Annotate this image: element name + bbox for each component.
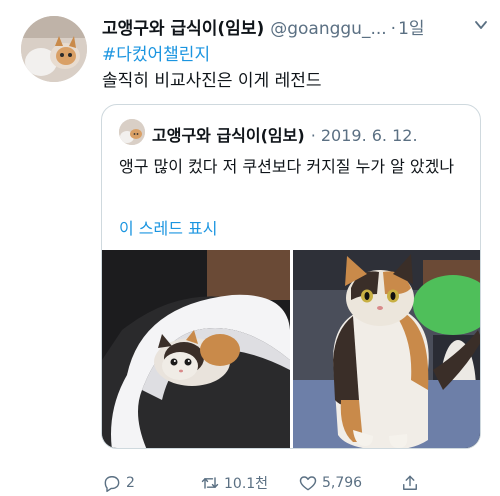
reply-icon <box>104 476 120 493</box>
quoted-author-name[interactable]: 고앵구와 급식이(임보) <box>152 126 305 145</box>
quoted-author-avatar[interactable] <box>119 119 145 145</box>
tweet-text: 솔직히 비교사진은 이게 레전드 <box>102 71 322 91</box>
share-icon <box>403 475 417 490</box>
like-count: 5,796 <box>322 475 363 491</box>
reply-count: 2 <box>126 475 135 491</box>
author-name[interactable]: 고앵구와 급식이(임보) <box>102 19 264 39</box>
reply-button[interactable]: 2 <box>102 472 135 494</box>
tweet-header: 고앵구와 급식이(임보) @goanggu_... · 1일 <box>102 14 488 39</box>
quoted-tweet-header: 고앵구와 급식이(임보) · 2019. 6. 12. <box>152 122 418 146</box>
like-button[interactable]: 5,796 <box>298 472 362 494</box>
quoted-tweet-text: 앵구 많이 컸다 저 쿠션보다 커지질 누가 알 았겠나 <box>119 157 455 176</box>
quoted-tweet-card[interactable]: 고앵구와 급식이(임보) · 2019. 6. 12. 앵구 많이 컸다 저 쿠션… <box>101 104 481 449</box>
tweet-actions: 2 10.1천 5,796 <box>102 472 492 494</box>
author-avatar[interactable] <box>21 16 87 82</box>
retweet-icon <box>201 477 219 489</box>
share-button[interactable] <box>400 472 420 494</box>
grown-cat-photo[interactable] <box>293 250 480 448</box>
author-handle[interactable]: @goanggu_... <box>270 19 386 39</box>
retweet-button[interactable]: 10.1천 <box>200 472 268 494</box>
heart-icon <box>299 476 317 491</box>
retweet-count: 10.1천 <box>224 476 269 492</box>
chevron-down-icon[interactable] <box>474 18 488 32</box>
kitten-photo[interactable] <box>102 250 290 448</box>
tweet-timestamp[interactable]: 1일 <box>398 19 424 39</box>
separator-dot: · <box>390 19 397 39</box>
quoted-tweet-date: · 2019. 6. 12. <box>310 126 418 145</box>
show-thread-link[interactable]: 이 스레드 표시 <box>119 215 218 239</box>
hashtag-link[interactable]: #다컸어챌린지 <box>102 40 210 65</box>
